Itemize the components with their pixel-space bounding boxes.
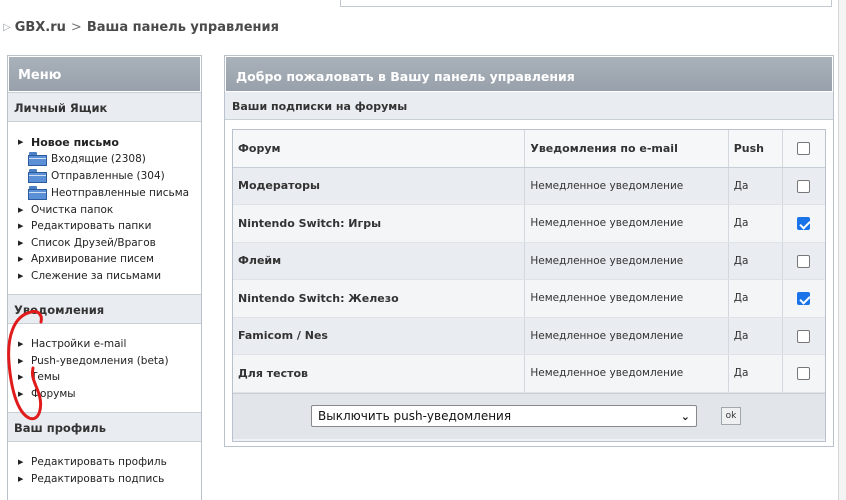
- new-message-link[interactable]: ▶ Новое письмо: [18, 134, 201, 151]
- sidebar-item-topics[interactable]: ▶ Темы: [18, 369, 201, 386]
- breadcrumb-current-page: Ваша панель управления: [86, 20, 279, 35]
- column-header-push: Push: [728, 130, 783, 168]
- sidebar-item-tracking[interactable]: ▶ Слежение за письмами: [18, 268, 201, 285]
- row-checkbox[interactable]: [797, 367, 811, 380]
- push-status: Да: [728, 354, 783, 393]
- breadcrumb: ▷ GBX.ru > Ваша панель управления: [3, 20, 279, 35]
- sidebar-title: Меню: [8, 56, 201, 92]
- bullet-icon: ▶: [18, 222, 24, 231]
- folder-icon: [28, 169, 48, 183]
- sidebar-item-archive[interactable]: ▶ Архивирование писем: [18, 251, 201, 268]
- table-row: Для тестов Немедленное уведомление Да: [233, 354, 825, 393]
- bullet-icon: ▶: [18, 255, 24, 264]
- select-all-checkbox[interactable]: [797, 142, 811, 155]
- bullet-icon: ▶: [18, 356, 24, 365]
- table-row: Nintendo Switch: Игры Немедленное уведомл…: [233, 204, 825, 243]
- sidebar-item-clear-folders[interactable]: ▶ Очистка папок: [18, 202, 201, 219]
- notifications-list: ▶ Настройки e-mail ▶ Push-уведомления (bet…: [8, 324, 201, 412]
- section-mailbox: Личный Ящик: [8, 92, 201, 122]
- bullet-icon: ▶: [18, 271, 24, 280]
- push-status: Да: [728, 242, 783, 280]
- bullet-icon: ▶: [18, 138, 24, 147]
- sidebar-item-email-settings[interactable]: ▶ Настройки e-mail: [18, 336, 201, 353]
- window-right-edge: [838, 0, 846, 500]
- bullet-icon: ▶: [18, 238, 24, 247]
- top-panel-fragment: [340, 0, 832, 7]
- forum-name[interactable]: Famicom / Nes: [233, 317, 526, 355]
- folder-icon: [28, 152, 48, 166]
- sidebar-item-edit-folders[interactable]: ▶ Редактировать папки: [18, 218, 201, 235]
- row-checkbox-cell: [782, 242, 825, 280]
- forum-name[interactable]: Флейм: [233, 242, 526, 280]
- email-notification-type: Немедленное уведомление: [524, 242, 729, 280]
- breadcrumb-separator: >: [70, 20, 82, 35]
- email-notification-type: Немедленное уведомление: [524, 354, 729, 393]
- column-header-forum: Форум: [233, 130, 526, 168]
- breadcrumb-site-link[interactable]: GBX.ru: [15, 20, 66, 35]
- table-row: Флейм Немедленное уведомление Да: [233, 242, 825, 280]
- forum-name[interactable]: Модераторы: [233, 167, 526, 205]
- bullet-icon: ▶: [18, 474, 24, 483]
- action-select[interactable]: Выключить push-уведомления ⌄: [311, 405, 697, 427]
- subscriptions-table: Форум Уведомления по e-mail Push Модерат…: [233, 130, 825, 393]
- row-checkbox[interactable]: [797, 254, 811, 268]
- row-checkbox-cell: [782, 354, 825, 393]
- bullet-icon: ▶: [18, 205, 24, 214]
- email-notification-type: Немедленное уведомление: [524, 204, 729, 243]
- forum-name[interactable]: Nintendo Switch: Игры: [233, 204, 526, 243]
- section-notifications: Уведомления: [8, 294, 201, 324]
- row-checkbox[interactable]: [797, 217, 811, 230]
- folder-icon: [28, 186, 48, 200]
- email-notification-type: Немедленное уведомление: [524, 317, 729, 355]
- row-checkbox[interactable]: [797, 292, 811, 305]
- select-all-cell: [782, 130, 825, 168]
- sidebar-item-forums[interactable]: ▶ Форумы: [18, 386, 201, 403]
- section-profile: Ваш профиль: [8, 412, 201, 442]
- control-panel: Добро пожаловать в Вашу панель управлени…: [224, 55, 834, 447]
- sidebar-item-friends-list[interactable]: ▶ Список Друзей/Врагов: [18, 235, 201, 252]
- row-checkbox-cell: [782, 279, 825, 318]
- folder-sent[interactable]: Отправленные (304): [18, 168, 201, 185]
- ok-button[interactable]: ok: [721, 407, 741, 425]
- row-checkbox[interactable]: [797, 179, 811, 193]
- bullet-icon: ▶: [18, 373, 24, 382]
- forum-name[interactable]: Для тестов: [233, 354, 526, 393]
- row-checkbox-cell: [782, 167, 825, 205]
- table-row: Модераторы Немедленное уведомление Да: [233, 167, 825, 205]
- row-checkbox-cell: [782, 317, 825, 355]
- sidebar-menu: Меню Личный Ящик ▶ Новое письмо Входящие …: [7, 55, 202, 500]
- push-status: Да: [728, 317, 783, 355]
- row-checkbox-cell: [782, 204, 825, 243]
- column-header-email: Уведомления по e-mail: [524, 130, 729, 168]
- breadcrumb-arrow-icon: ▷: [3, 22, 11, 33]
- mailbox-list: ▶ Новое письмо Входящие (2308) Отправленн…: [8, 122, 201, 294]
- bullet-icon: ▶: [18, 340, 24, 349]
- panel-title: Добро пожаловать в Вашу панель управлени…: [225, 56, 833, 92]
- subscriptions-table-wrapper: Форум Уведомления по e-mail Push Модерат…: [232, 129, 826, 442]
- action-bar: Выключить push-уведомления ⌄ ok: [233, 392, 825, 439]
- folder-unsent[interactable]: Неотправленные письма: [18, 185, 201, 202]
- sidebar-item-push[interactable]: ▶ Push-уведомления (beta): [18, 353, 201, 370]
- push-status: Да: [728, 279, 783, 318]
- panel-subtitle: Ваши подписки на форумы: [225, 92, 833, 120]
- push-status: Да: [728, 167, 783, 205]
- push-status: Да: [728, 204, 783, 243]
- table-row: Famicom / Nes Немедленное уведомление Да: [233, 317, 825, 355]
- email-notification-type: Немедленное уведомление: [524, 167, 729, 205]
- row-checkbox[interactable]: [797, 329, 811, 343]
- table-row: Nintendo Switch: Железо Немедленное уведо…: [233, 279, 825, 318]
- forum-name[interactable]: Nintendo Switch: Железо: [233, 279, 526, 318]
- chevron-down-icon: ⌄: [680, 409, 690, 423]
- folder-inbox[interactable]: Входящие (2308): [18, 151, 201, 168]
- profile-list: ▶ Редактировать профиль ▶ Редактировать по…: [8, 442, 201, 497]
- bullet-icon: ▶: [18, 458, 24, 467]
- email-notification-type: Немедленное уведомление: [524, 279, 729, 318]
- bullet-icon: ▶: [18, 389, 24, 398]
- sidebar-item-edit-profile[interactable]: ▶ Редактировать профиль: [18, 454, 201, 471]
- sidebar-item-edit-signature[interactable]: ▶ Редактировать подпись: [18, 471, 201, 488]
